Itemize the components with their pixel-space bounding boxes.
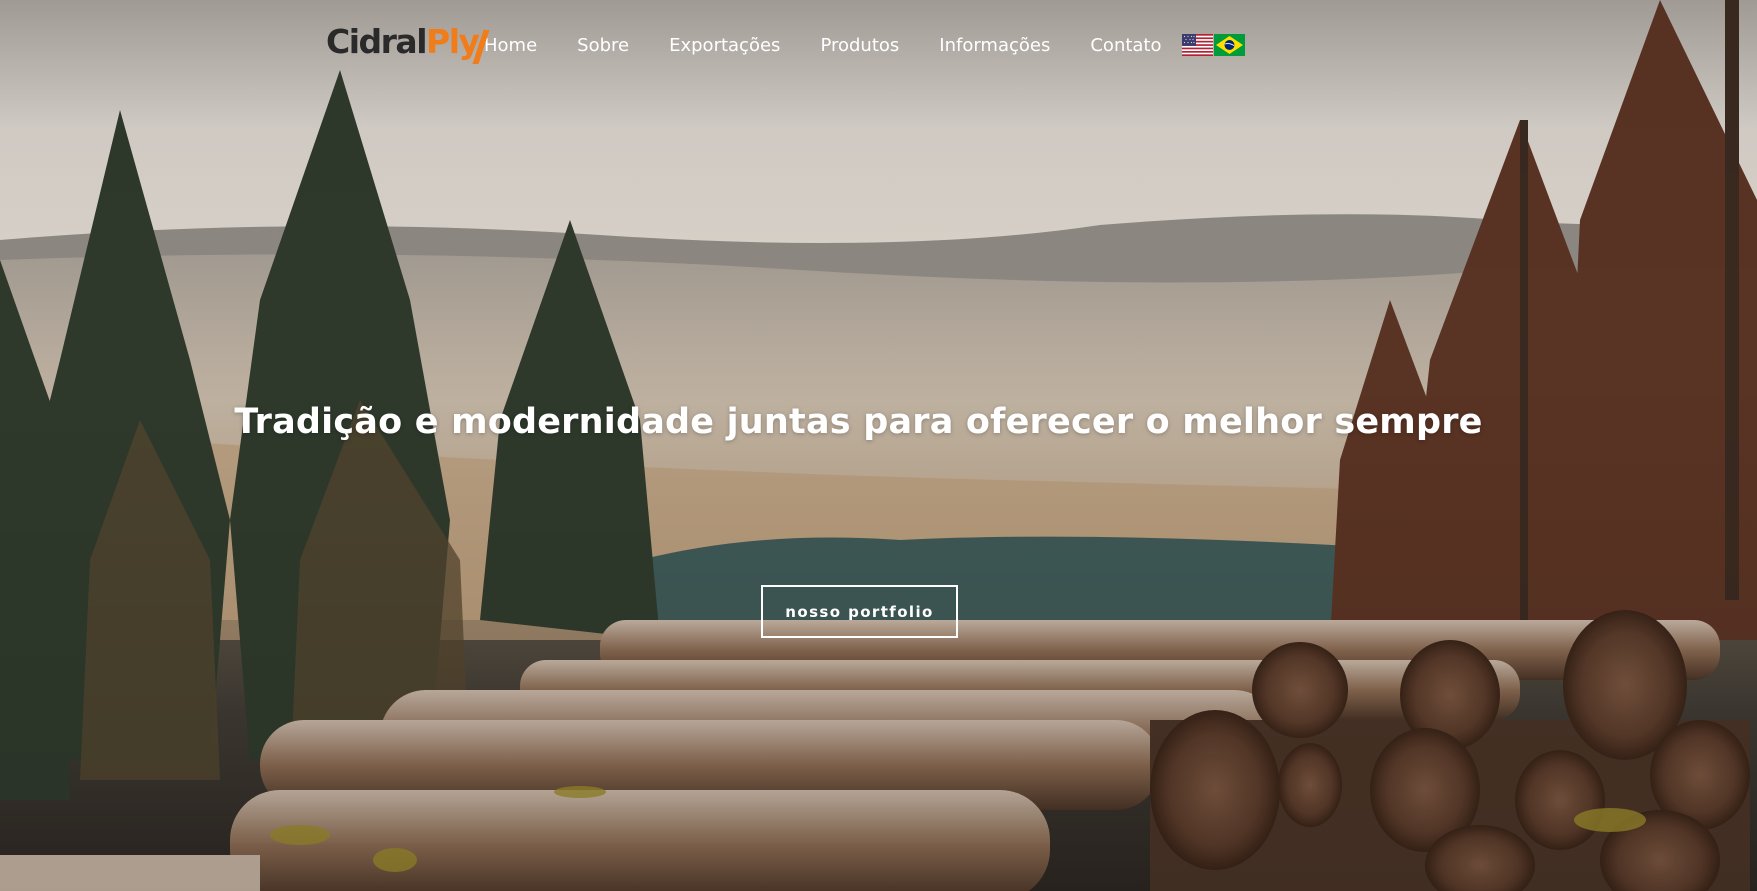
main-nav: Home Sobre Exportações Produtos Informaç… xyxy=(484,35,1202,56)
hero-overlay xyxy=(0,0,1757,891)
brazil-flag-icon[interactable] xyxy=(1213,34,1245,56)
cidralply-logo[interactable]: Cidral Ply xyxy=(326,22,490,68)
nav-exportacoes[interactable]: Exportações xyxy=(669,35,780,56)
nav-produtos[interactable]: Produtos xyxy=(820,35,899,56)
portfolio-button[interactable]: nosso portfolio xyxy=(761,585,958,638)
us-flag-icon[interactable] xyxy=(1181,34,1213,56)
hero-section xyxy=(0,0,1757,891)
nav-sobre[interactable]: Sobre xyxy=(577,35,629,56)
nav-home[interactable]: Home xyxy=(484,35,537,56)
language-switcher xyxy=(1181,34,1246,56)
nav-contato[interactable]: Contato xyxy=(1090,35,1161,56)
logo-text-cidral: Cidral xyxy=(326,22,428,61)
logo-text-ply: Ply xyxy=(426,22,480,61)
site-header: Cidral Ply Home Sobre Exportações Produt… xyxy=(326,22,1246,68)
hero-headline: Tradição e modernidade juntas para ofere… xyxy=(234,402,1483,442)
nav-informacoes[interactable]: Informações xyxy=(939,35,1050,56)
